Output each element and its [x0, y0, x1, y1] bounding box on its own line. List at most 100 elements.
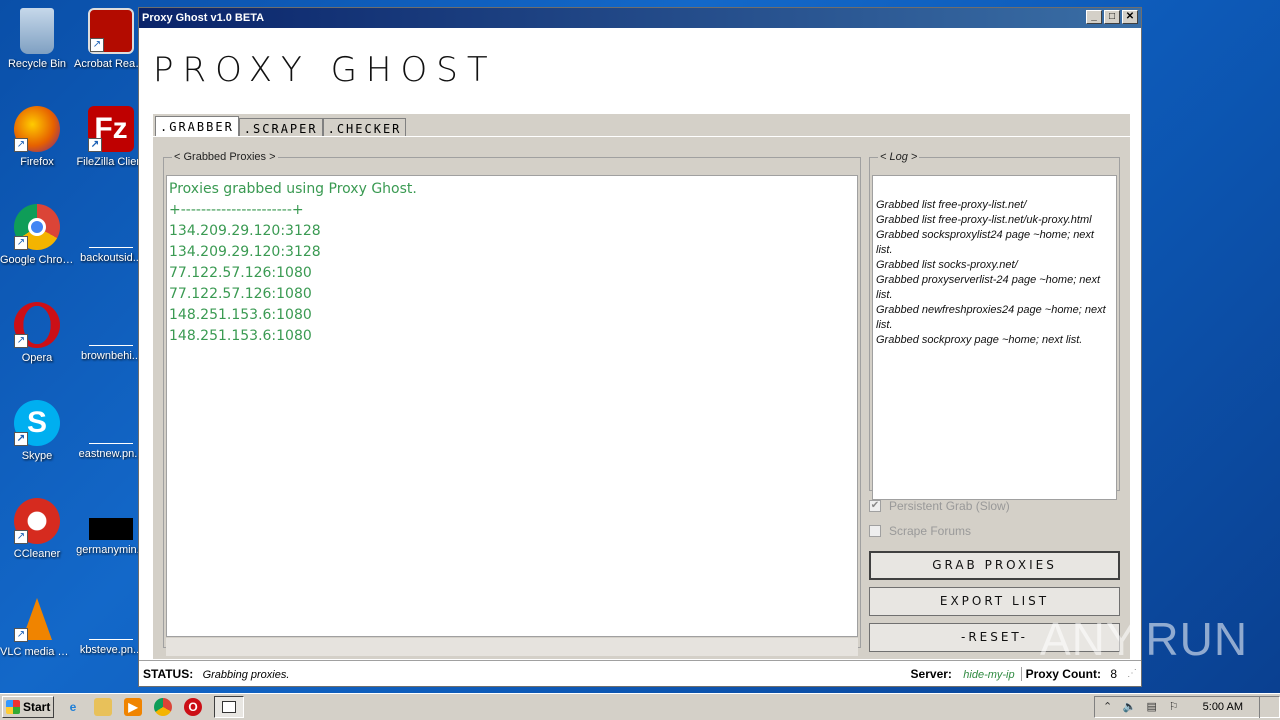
tray-expand-icon[interactable]: ⌃ [1101, 700, 1115, 714]
tab-bar: .GRABBER .SCRAPER .CHECKER [155, 116, 407, 138]
shortcut-arrow-icon: ↗ [88, 138, 102, 152]
desktop-icon-recycle-bin[interactable]: Recycle Bin [0, 8, 74, 70]
opera-taskbar-icon[interactable]: O [184, 698, 202, 716]
persistent-grab-label: Persistent Grab (Slow) [889, 499, 1010, 513]
start-button[interactable]: Start [2, 696, 54, 718]
resize-grip-icon[interactable]: ⋰ [1127, 668, 1141, 679]
shortcut-arrow-icon: ↗ [14, 530, 28, 544]
desktop-icon-label: brownbehi... [81, 350, 141, 362]
grabbed-line: 134.209.29.120:3128 [169, 223, 321, 239]
minimize-button[interactable]: _ [1086, 10, 1102, 24]
log-entry: Grabbed sockproxy page ~home; next list. [876, 334, 1083, 346]
grabbed-proxies-textarea[interactable]: Proxies grabbed using Proxy Ghost. +----… [166, 175, 858, 637]
tab-checker[interactable]: .CHECKER [322, 118, 407, 138]
desktop-icon-file-germanymin[interactable]: germanymin... [74, 518, 148, 556]
scrape-forums-checkbox[interactable]: Scrape Forums [869, 524, 971, 538]
scrape-forums-label: Scrape Forums [889, 524, 972, 538]
desktop-icon-label: Acrobat Reader DC [74, 58, 148, 70]
proxy-ghost-taskbar-button[interactable] [214, 696, 244, 718]
volume-icon[interactable]: 🔈 [1123, 700, 1137, 714]
file-icon [89, 222, 133, 248]
desktop-icon-opera[interactable]: ↗ Opera [0, 302, 74, 364]
network-icon[interactable]: ▤ [1145, 700, 1159, 714]
clock[interactable]: 5:00 AM [1203, 701, 1243, 713]
internet-explorer-icon[interactable]: e [64, 698, 82, 716]
desktop-icon-label: Firefox [20, 156, 54, 168]
media-player-icon[interactable]: ▶ [124, 698, 142, 716]
log-entry: Grabbed list socks-proxy.net/ [876, 259, 1018, 271]
desktop-icon-file-backoutside[interactable]: backoutsid... [74, 222, 148, 264]
window-body: PROXY GHOST .GRABBER .SCRAPER .CHECKER <… [139, 28, 1141, 686]
proxy-count-label: Proxy Count: [1025, 666, 1101, 681]
shortcut-arrow-icon: ↗ [14, 334, 28, 348]
desktop-icon-acrobat[interactable]: ↗ Acrobat Reader DC [74, 8, 148, 70]
proxy-count-section: Proxy Count: 8 [1022, 667, 1127, 681]
checkmark-icon: ✔ [869, 500, 881, 512]
show-desktop-button[interactable] [1259, 696, 1273, 718]
log-textarea[interactable]: Grabbed list free-proxy-list.net/ Grabbe… [872, 175, 1117, 500]
desktop-icon-chrome[interactable]: ↗ Google Chrome [0, 204, 74, 266]
system-tray: ⌃ 🔈 ▤ ⚐ 5:00 AM [1093, 696, 1280, 718]
grabbed-line: Proxies grabbed using Proxy Ghost. [169, 181, 417, 197]
desktop-icon-skype[interactable]: S ↗ Skype [0, 400, 74, 462]
grabber-tab-content: < Grabbed Proxies > Proxies grabbed usin… [153, 136, 1130, 659]
grabbed-line: 134.209.29.120:3128 [169, 244, 321, 260]
window-titlebar[interactable]: Proxy Ghost v1.0 BETA _ □ ✕ [139, 8, 1141, 28]
log-entry: Grabbed list free-proxy-list.net/uk-prox… [876, 214, 1092, 226]
desktop-icon-label: CCleaner [13, 548, 61, 560]
windows-logo-icon [6, 700, 20, 714]
desktop-icon-firefox[interactable]: ↗ Firefox [0, 106, 74, 168]
shortcut-arrow-icon: ↗ [14, 628, 28, 642]
desktop-icon-file-eastnew[interactable]: eastnew.pn... [74, 418, 148, 460]
shortcut-arrow-icon: ↗ [14, 236, 28, 250]
tab-scraper[interactable]: .SCRAPER [238, 118, 323, 138]
desktop-icon-label: Opera [21, 352, 53, 364]
status-section: STATUS: Grabbing proxies. [139, 667, 905, 681]
desktop-icon-file-kbsteve[interactable]: kbsteve.pn... [74, 614, 148, 656]
desktop-icon-label: Recycle Bin [7, 58, 67, 70]
log-entry: Grabbed list free-proxy-list.net/ [876, 199, 1027, 211]
status-label: STATUS: [143, 666, 194, 681]
maximize-button[interactable]: □ [1104, 10, 1120, 24]
grabbed-line: +----------------------+ [169, 202, 304, 218]
log-entry: Grabbed proxyserverlist-24 page ~home; n… [876, 274, 1101, 301]
taskbar: Start e ▶ O ⌃ 🔈 ▤ ⚐ 5:00 AM [0, 693, 1280, 720]
grabbed-line: 77.122.57.126:1080 [169, 286, 312, 302]
desktop-icon-file-brownbehind[interactable]: brownbehi... [74, 320, 148, 362]
recycle-bin-icon [20, 8, 54, 54]
desktop-icon-label: kbsteve.pn... [79, 644, 143, 656]
desktop-icon-vlc[interactable]: ↗ VLC media player [0, 596, 74, 658]
chrome-taskbar-icon[interactable] [154, 698, 172, 716]
filezilla-icon: Fz ↗ [88, 106, 134, 152]
desktop-icon-label: VLC media player [0, 646, 74, 658]
app-title: PROXY GHOST [153, 50, 497, 90]
grabbed-line: 148.251.153.6:1080 [169, 307, 312, 323]
proxy-count-value: 8 [1110, 666, 1117, 681]
grabbed-proxies-legend: < Grabbed Proxies > [174, 151, 276, 163]
desktop-icon-label: Google Chrome [0, 254, 74, 266]
horizontal-scrollbar[interactable] [166, 638, 858, 656]
server-value: hide-my-ip [963, 668, 1015, 681]
desktop-icon-ccleaner[interactable]: ↗ CCleaner [0, 498, 74, 560]
close-button[interactable]: ✕ [1122, 10, 1138, 24]
desktop-icon-filezilla[interactable]: Fz ↗ FileZilla Client [74, 106, 148, 168]
chrome-icon: ↗ [14, 204, 60, 250]
app-window-icon [222, 701, 236, 713]
desktop-icon-label: eastnew.pn... [78, 448, 144, 460]
vlc-icon: ↗ [14, 596, 60, 642]
persistent-grab-checkbox[interactable]: ✔ Persistent Grab (Slow) [869, 499, 1010, 513]
file-icon [89, 418, 133, 444]
action-center-flag-icon[interactable]: ⚐ [1167, 700, 1181, 714]
tab-grabber[interactable]: .GRABBER [155, 116, 239, 138]
skype-icon: S ↗ [14, 400, 60, 446]
log-entry: Grabbed socksproxylist24 page ~home; nex… [876, 229, 1094, 256]
grabbed-proxies-group: < Grabbed Proxies > Proxies grabbed usin… [163, 151, 861, 656]
image-file-icon [89, 518, 133, 540]
desktop-icon-label: germanymin... [76, 544, 146, 556]
shortcut-arrow-icon: ↗ [14, 138, 28, 152]
explorer-folder-icon[interactable] [94, 698, 112, 716]
server-label: Server: [910, 666, 952, 681]
server-section: Server: hide-my-ip [905, 666, 1022, 681]
desktop-icon-label: Skype [21, 450, 53, 462]
grab-proxies-button[interactable]: GRAB PROXIES [869, 551, 1120, 580]
